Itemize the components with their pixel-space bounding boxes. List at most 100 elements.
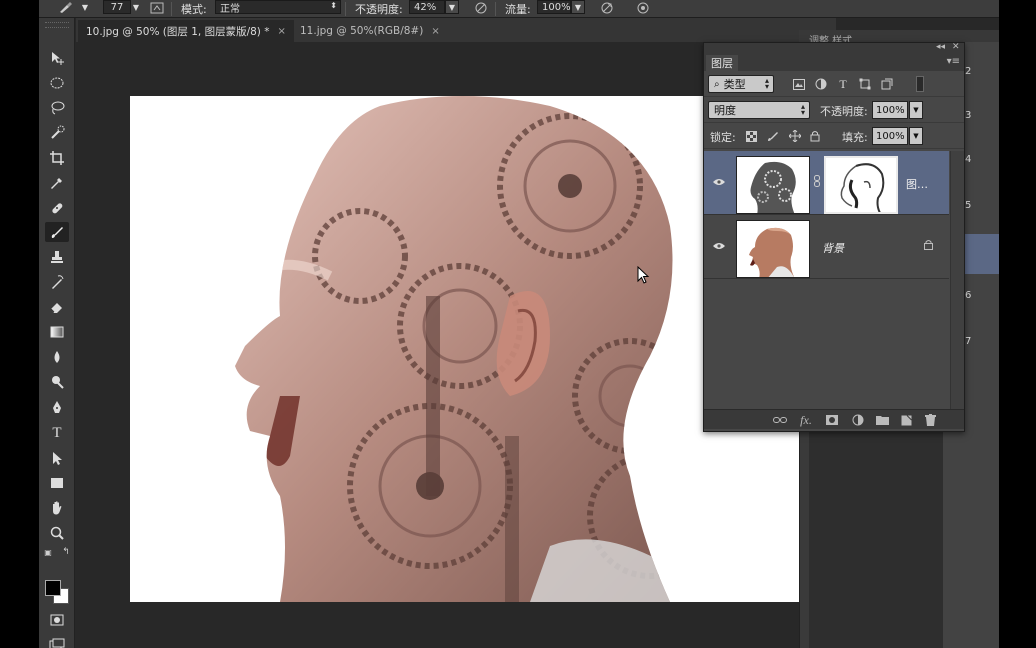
layer-thumbnail[interactable] <box>736 220 810 278</box>
history-number: 2 <box>965 66 972 77</box>
screen-mode-icon[interactable] <box>45 635 69 648</box>
filter-adjustment-icon[interactable] <box>814 77 828 91</box>
filter-type-select[interactable]: ⌕ 类型 ▴ ▾ <box>708 75 774 93</box>
eyedropper-icon[interactable] <box>45 173 69 193</box>
stamp-icon[interactable] <box>45 247 69 267</box>
filter-shape-icon[interactable] <box>858 77 872 91</box>
filter-pixel-icon[interactable] <box>792 77 806 91</box>
airbrush-icon[interactable] <box>599 1 615 15</box>
brush-preset-dropdown[interactable]: ▼ <box>79 0 91 14</box>
filter-smart-object-icon[interactable] <box>880 77 894 91</box>
gradient-icon[interactable] <box>45 322 69 342</box>
brush-preset-icon[interactable] <box>57 1 73 15</box>
opacity-value: 100% <box>876 104 905 116</box>
eraser-icon[interactable] <box>45 297 69 317</box>
layer-row-background[interactable]: 背景 <box>704 215 949 279</box>
tools-panel: T ▣ ↰ <box>39 18 75 648</box>
blend-mode-select[interactable]: 明度 ▴ ▾ <box>708 101 810 119</box>
lock-transparent-icon[interactable] <box>744 129 758 143</box>
screen-border <box>999 0 1036 648</box>
brush-opacity-input[interactable]: 42% <box>409 0 445 14</box>
brush-size-dropdown[interactable]: ▼ <box>131 0 141 14</box>
tab-layers[interactable]: 图层 <box>706 55 738 71</box>
new-layer-icon[interactable] <box>898 413 914 427</box>
layer-row-layer1[interactable]: 图… <box>704 151 949 215</box>
fill-dropdown[interactable]: ▼ <box>909 127 923 145</box>
tab-label: 10.jpg @ 50% (图层 1, 图层蒙版/8) * <box>86 25 270 38</box>
history-number: 6 <box>965 290 972 301</box>
lock-position-icon[interactable] <box>788 129 802 143</box>
layers-scrollbar[interactable] <box>950 151 964 411</box>
history-number: 3 <box>965 110 972 121</box>
type-icon[interactable]: T <box>45 423 69 443</box>
flow-input[interactable]: 100% <box>537 0 571 14</box>
marquee-icon[interactable] <box>45 73 69 93</box>
layers-titlebar[interactable]: ◂◂ ✕ <box>704 42 964 55</box>
brush-opacity-dropdown[interactable]: ▼ <box>445 0 459 14</box>
close-icon[interactable]: ✕ <box>952 42 960 52</box>
collapse-icon[interactable]: ◂◂ <box>936 42 945 52</box>
blur-icon[interactable] <box>45 347 69 367</box>
brush-size-value: 77 <box>110 1 124 13</box>
canvas-area[interactable] <box>76 42 805 648</box>
tab-document-10[interactable]: 10.jpg @ 50% (图层 1, 图层蒙版/8) * × <box>78 20 294 42</box>
layers-tab-label: 图层 <box>711 57 733 70</box>
tab-document-11[interactable]: 11.jpg @ 50%(RGB/8#) × <box>292 20 448 42</box>
zoom-icon[interactable] <box>45 523 69 543</box>
filter-toggle-icon[interactable] <box>916 76 924 92</box>
opacity-dropdown[interactable]: ▼ <box>909 101 923 119</box>
link-layers-icon[interactable] <box>772 413 788 427</box>
swap-colors-icon[interactable]: ↰ <box>59 546 73 558</box>
crop-icon[interactable] <box>45 148 69 168</box>
hand-icon[interactable] <box>45 498 69 518</box>
delete-layer-icon[interactable] <box>922 413 938 427</box>
path-select-icon[interactable] <box>45 448 69 468</box>
opacity-input[interactable]: 100% <box>872 101 908 119</box>
photoshop-window: ▼ 77 ▼ 模式: 正常 ⬍ 不透明度: 42% ▼ 流量: 100% ▼ T… <box>39 0 999 648</box>
default-colors-icon[interactable]: ▣ <box>41 546 55 558</box>
pen-icon[interactable] <box>45 398 69 418</box>
new-group-icon[interactable] <box>874 413 890 427</box>
eye-icon[interactable] <box>712 175 726 189</box>
move-icon[interactable] <box>45 48 69 68</box>
brush-panel-icon[interactable] <box>149 1 165 15</box>
separator <box>495 2 496 16</box>
close-icon[interactable]: × <box>431 26 439 37</box>
new-adjustment-icon[interactable] <box>850 413 866 427</box>
lasso-icon[interactable] <box>45 98 69 118</box>
layers-bottom-bar: fx. <box>704 409 964 429</box>
blend-mode-value: 明度 <box>714 104 736 117</box>
pressure-size-icon[interactable] <box>635 1 651 15</box>
flow-label: 流量: <box>505 2 531 16</box>
history-brush-icon[interactable] <box>45 272 69 292</box>
filter-type-icon[interactable]: T <box>836 77 850 91</box>
shape-icon[interactable] <box>45 473 69 493</box>
fx-icon[interactable]: fx. <box>798 413 814 427</box>
lock-pixels-icon[interactable] <box>766 129 780 143</box>
brush-size-box[interactable]: 77 <box>103 0 131 14</box>
separator <box>171 2 172 16</box>
close-icon[interactable]: × <box>278 26 286 37</box>
filter-type-value: 类型 <box>723 78 746 91</box>
layer-mask-thumbnail[interactable] <box>824 156 898 214</box>
quick-mask-icon[interactable] <box>45 610 69 630</box>
lock-all-icon[interactable] <box>808 129 822 143</box>
add-mask-icon[interactable] <box>824 413 840 427</box>
panel-menu-icon[interactable]: ▾≡ <box>947 56 960 67</box>
pressure-opacity-icon[interactable] <box>473 1 489 15</box>
options-bar: ▼ 77 ▼ 模式: 正常 ⬍ 不透明度: 42% ▼ 流量: 100% ▼ <box>39 0 999 18</box>
eye-icon[interactable] <box>712 239 726 253</box>
quick-select-icon[interactable] <box>45 123 69 143</box>
layer-name[interactable]: 图… <box>906 176 928 192</box>
mode-select[interactable]: 正常 ⬍ <box>215 0 341 15</box>
brush-icon[interactable] <box>45 222 69 242</box>
toolbar-grip[interactable] <box>45 22 69 28</box>
foreground-color-swatch[interactable] <box>45 580 61 596</box>
dodge-icon[interactable] <box>45 372 69 392</box>
flow-dropdown[interactable]: ▼ <box>571 0 585 14</box>
mask-link-icon[interactable] <box>814 175 820 190</box>
fill-input[interactable]: 100% <box>872 127 908 145</box>
layer-name[interactable]: 背景 <box>822 240 844 256</box>
layer-thumbnail[interactable] <box>736 156 810 214</box>
healing-icon[interactable] <box>45 198 69 218</box>
